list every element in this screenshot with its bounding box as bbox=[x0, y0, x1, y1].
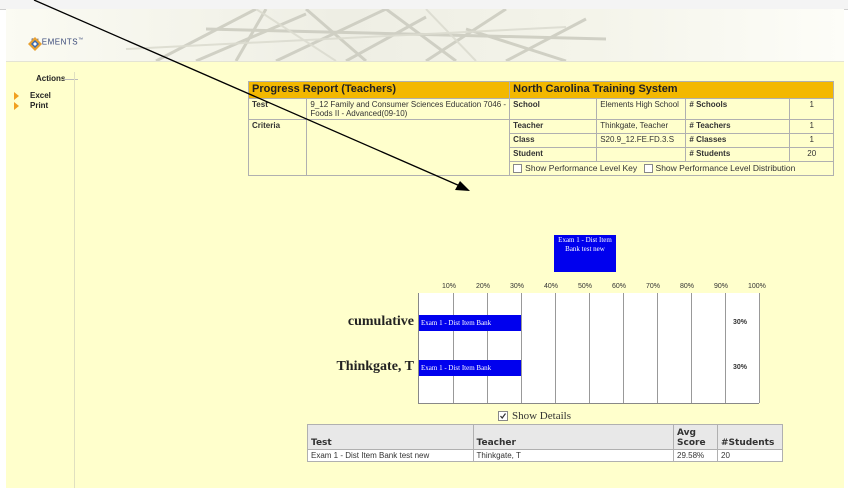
x-tick-label: 10% bbox=[442, 283, 457, 290]
header-banner-graphic bbox=[125, 9, 607, 61]
show-key-option[interactable]: Show Performance Level Key bbox=[513, 163, 638, 174]
legend-entry: Exam 1 - Dist Item Bank test new bbox=[558, 236, 612, 253]
chart-bar[interactable]: Exam 1 - Dist Item Bank bbox=[419, 360, 521, 376]
classes-count-label: # Classes bbox=[685, 133, 791, 148]
teacher-label: Teacher bbox=[509, 119, 598, 134]
bar-value-label: 30% bbox=[733, 319, 748, 326]
sidebar-divider bbox=[74, 72, 75, 488]
actions-sidebar: Actions Excel Print bbox=[6, 62, 78, 488]
excel-action-label: Excel bbox=[30, 91, 51, 100]
show-details-label: Show Details bbox=[512, 410, 571, 422]
grid-line bbox=[657, 293, 658, 403]
details-table: Test Teacher Avg Score #Students Exam 1 … bbox=[307, 424, 783, 462]
test-label: Test bbox=[247, 98, 308, 120]
x-tick-label: 50% bbox=[578, 283, 593, 290]
criteria-label: Criteria bbox=[247, 119, 308, 176]
criteria-value bbox=[306, 119, 511, 176]
actions-divider bbox=[64, 79, 78, 80]
print-action[interactable]: Print bbox=[14, 101, 48, 110]
system-name: North Carolina Training System bbox=[509, 81, 834, 99]
print-action-label: Print bbox=[30, 101, 49, 110]
student-value bbox=[596, 147, 687, 162]
col-header-teacher[interactable]: Teacher bbox=[472, 424, 675, 450]
test-value: 9_12 Family and Consumer Sciences Educat… bbox=[306, 98, 511, 120]
orange-arrow-icon bbox=[14, 101, 19, 110]
cell-teacher: Thinkgate, T bbox=[472, 449, 675, 462]
x-axis-ticks: 10% 20% 30% 40% 50% 60% 70% 80% 90% 100% bbox=[418, 283, 766, 293]
x-tick-label: 40% bbox=[544, 283, 559, 290]
col-header-avg-score[interactable]: Avg Score bbox=[673, 424, 718, 450]
category-label: cumulative bbox=[347, 314, 414, 329]
report-criteria-table: Progress Report (Teachers) North Carolin… bbox=[247, 81, 834, 176]
app-header: ELEMENTS™ bbox=[6, 9, 844, 62]
excel-action[interactable]: Excel bbox=[14, 91, 51, 100]
grid-line bbox=[759, 293, 760, 403]
teachers-count-label: # Teachers bbox=[685, 119, 791, 134]
grid-line bbox=[453, 293, 454, 403]
x-tick-label: 60% bbox=[612, 283, 627, 290]
grid-line bbox=[589, 293, 590, 403]
x-tick-label: 90% bbox=[714, 283, 729, 290]
x-tick-label: 80% bbox=[680, 283, 695, 290]
show-dist-checkbox[interactable] bbox=[643, 164, 653, 174]
performance-options-row: Show Performance Level Key Show Performa… bbox=[509, 161, 834, 176]
show-details-option[interactable]: Show Details bbox=[498, 410, 571, 422]
actions-title: Actions bbox=[36, 74, 66, 83]
grid-line bbox=[691, 293, 692, 403]
bar-value-label: 30% bbox=[733, 364, 748, 371]
students-count-label: # Students bbox=[685, 147, 791, 162]
chart-bar[interactable]: Exam 1 - Dist Item Bank bbox=[419, 315, 521, 331]
schools-count-label: # Schools bbox=[685, 98, 791, 120]
teachers-count-value: 1 bbox=[789, 119, 834, 134]
show-dist-label: Show Performance Level Distribution bbox=[655, 163, 796, 173]
chart-plot-area: Exam 1 - Dist Item Bank 30% Exam 1 - Dist … bbox=[418, 293, 760, 404]
school-value: Elements High School bbox=[596, 98, 687, 120]
chart-legend: Exam 1 - Dist Item Bank test new bbox=[554, 235, 616, 272]
school-label: School bbox=[509, 98, 598, 120]
grid-line bbox=[487, 293, 488, 403]
grid-line bbox=[623, 293, 624, 403]
table-row: Exam 1 - Dist Item Bank test new Thinkga… bbox=[307, 449, 783, 462]
x-tick-label: 100% bbox=[748, 283, 766, 290]
show-dist-option[interactable]: Show Performance Level Distribution bbox=[643, 163, 796, 174]
orange-arrow-icon bbox=[14, 91, 19, 100]
class-label: Class bbox=[509, 133, 598, 148]
elements-logo[interactable]: ELEMENTS™ bbox=[28, 37, 84, 51]
grid-line bbox=[555, 293, 556, 403]
category-label: Thinkgate, T bbox=[336, 359, 414, 374]
details-header-row: Test Teacher Avg Score #Students bbox=[307, 424, 783, 450]
grid-line bbox=[725, 293, 726, 403]
x-tick-label: 20% bbox=[476, 283, 491, 290]
show-key-label: Show Performance Level Key bbox=[525, 163, 638, 173]
students-count-value: 20 bbox=[789, 147, 834, 162]
report-title: Progress Report (Teachers) bbox=[247, 81, 511, 99]
x-tick-label: 30% bbox=[510, 283, 525, 290]
grid-line bbox=[521, 293, 522, 403]
schools-count-value: 1 bbox=[789, 98, 834, 120]
show-details-checkbox[interactable] bbox=[498, 411, 508, 421]
col-header-test[interactable]: Test bbox=[307, 424, 474, 450]
classes-count-value: 1 bbox=[789, 133, 834, 148]
x-tick-label: 70% bbox=[646, 283, 661, 290]
cell-test: Exam 1 - Dist Item Bank test new bbox=[307, 449, 474, 462]
class-value: S20.9_12.FE.FD.3.S bbox=[596, 133, 687, 148]
student-label: Student bbox=[509, 147, 598, 162]
cell-students: 20 bbox=[717, 449, 783, 462]
col-header-students[interactable]: #Students bbox=[717, 424, 783, 450]
show-key-checkbox[interactable] bbox=[513, 164, 523, 174]
cell-avg-score: 29.58% bbox=[673, 449, 718, 462]
teacher-value: Thinkgate, Teacher bbox=[596, 119, 687, 134]
diamond-logo-icon bbox=[28, 37, 42, 51]
